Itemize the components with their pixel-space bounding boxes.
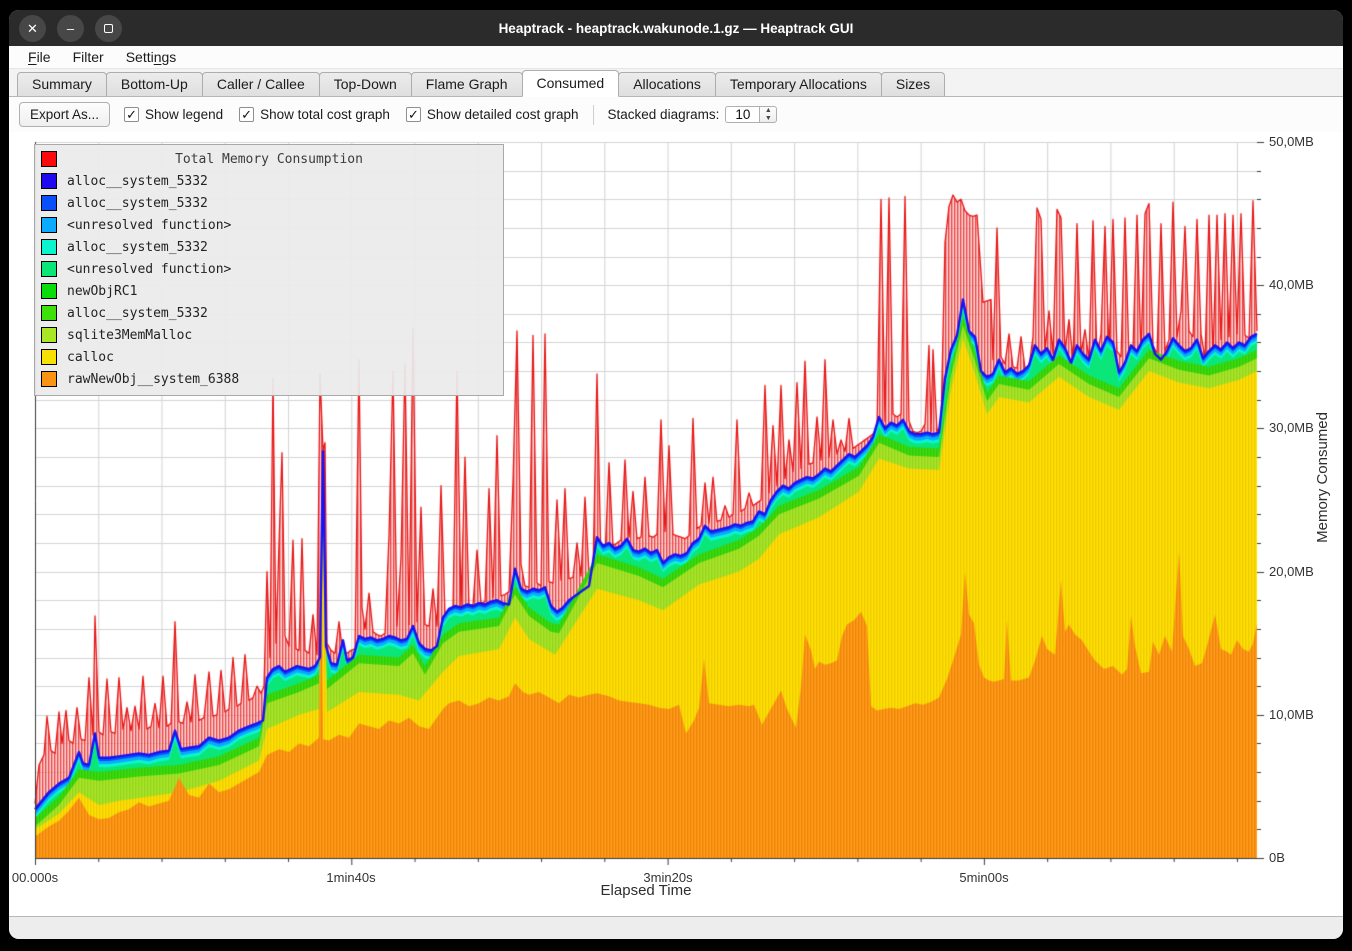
legend-label: sqlite3MemMalloc bbox=[67, 328, 192, 343]
x-tick-label: 00.000s bbox=[12, 870, 58, 885]
minimize-icon[interactable]: – bbox=[57, 15, 84, 42]
menu-bar: FileFilterSettings bbox=[9, 46, 1343, 69]
checkbox-box[interactable]: ✓ bbox=[406, 107, 421, 122]
legend-item: calloc bbox=[35, 346, 503, 368]
spin-down-icon[interactable]: ▼ bbox=[760, 115, 776, 123]
checkbox-show-legend[interactable]: ✓ Show legend bbox=[124, 107, 223, 122]
spin-up-icon[interactable]: ▲ bbox=[760, 107, 776, 115]
legend-label: calloc bbox=[67, 350, 114, 365]
checkbox-label: Show detailed cost graph bbox=[427, 107, 579, 122]
checkbox-box[interactable]: ✓ bbox=[239, 107, 254, 122]
legend-swatch bbox=[41, 371, 57, 387]
legend-label: rawNewObj__system_6388 bbox=[67, 372, 239, 387]
tab-allocations[interactable]: Allocations bbox=[618, 72, 716, 96]
memory-consumption-chart: Total Memory Consumption alloc__system_53… bbox=[9, 132, 1343, 917]
toolbar-separator bbox=[593, 105, 594, 125]
legend-item: alloc__system_5332 bbox=[35, 192, 503, 214]
legend-label: Total Memory Consumption bbox=[35, 152, 503, 167]
tab-top-down[interactable]: Top-Down bbox=[319, 72, 412, 96]
y-tick-label: 30,0MB bbox=[1269, 420, 1314, 435]
legend-swatch bbox=[41, 239, 57, 255]
y-tick-label: 10,0MB bbox=[1269, 707, 1314, 722]
stacked-diagrams-label: Stacked diagrams: bbox=[608, 107, 720, 122]
tab-caller-callee[interactable]: Caller / Callee bbox=[202, 72, 320, 96]
x-tick-label: 1min40s bbox=[326, 870, 375, 885]
tab-bar: SummaryBottom-UpCaller / CalleeTop-DownF… bbox=[9, 69, 1343, 97]
legend-item: alloc__system_5332 bbox=[35, 236, 503, 258]
app-window: ✕ – Heaptrack - heaptrack.wakunode.1.gz … bbox=[9, 10, 1343, 939]
chart-legend: Total Memory Consumption alloc__system_53… bbox=[34, 144, 504, 396]
menu-file[interactable]: File bbox=[19, 48, 60, 66]
checkbox-label: Show legend bbox=[145, 107, 223, 122]
y-tick-label: 0B bbox=[1269, 850, 1285, 865]
y-tick-label: 50,0MB bbox=[1269, 134, 1314, 149]
legend-title-row: Total Memory Consumption bbox=[35, 148, 503, 170]
legend-swatch bbox=[41, 349, 57, 365]
menu-settings[interactable]: Settings bbox=[117, 48, 186, 66]
legend-item: rawNewObj__system_6388 bbox=[35, 368, 503, 390]
x-tick-label: 5min00s bbox=[959, 870, 1008, 885]
legend-swatch bbox=[41, 195, 57, 211]
checkbox-box[interactable]: ✓ bbox=[124, 107, 139, 122]
tab-flame-graph[interactable]: Flame Graph bbox=[411, 72, 523, 96]
legend-item: newObjRC1 bbox=[35, 280, 503, 302]
legend-swatch bbox=[41, 327, 57, 343]
legend-item: <unresolved function> bbox=[35, 258, 503, 280]
legend-swatch bbox=[41, 261, 57, 277]
checkbox-show-total-cost-graph[interactable]: ✓ Show total cost graph bbox=[239, 107, 390, 122]
checkbox-label: Show total cost graph bbox=[260, 107, 390, 122]
legend-swatch bbox=[41, 305, 57, 321]
legend-label: <unresolved function> bbox=[67, 218, 231, 233]
y-tick-label: 20,0MB bbox=[1269, 564, 1314, 579]
toolbar: Export As... ✓ Show legend ✓ Show total cos… bbox=[9, 97, 1343, 132]
legend-item: alloc__system_5332 bbox=[35, 302, 503, 324]
close-icon[interactable]: ✕ bbox=[19, 15, 46, 42]
window-bottom-margin bbox=[9, 917, 1343, 939]
legend-item: alloc__system_5332 bbox=[35, 170, 503, 192]
legend-label: <unresolved function> bbox=[67, 262, 231, 277]
x-axis-title: Elapsed Time bbox=[601, 882, 692, 899]
legend-swatch bbox=[41, 217, 57, 233]
legend-label: alloc__system_5332 bbox=[67, 196, 208, 211]
y-axis-title: Memory Consumed bbox=[1314, 412, 1331, 543]
legend-swatch bbox=[41, 173, 57, 189]
window-title: Heaptrack - heaptrack.wakunode.1.gz — He… bbox=[9, 21, 1343, 36]
window-controls: ✕ – bbox=[19, 15, 122, 42]
legend-label: alloc__system_5332 bbox=[67, 174, 208, 189]
legend-item: <unresolved function> bbox=[35, 214, 503, 236]
y-tick-label: 40,0MB bbox=[1269, 277, 1314, 292]
legend-swatch bbox=[41, 283, 57, 299]
checkbox-group: ✓ Show legend ✓ Show total cost graph ✓ Show … bbox=[124, 107, 579, 122]
legend-label: newObjRC1 bbox=[67, 284, 137, 299]
spinbox-value[interactable]: 10 bbox=[725, 106, 759, 123]
tab-sizes[interactable]: Sizes bbox=[881, 72, 945, 96]
tab-consumed[interactable]: Consumed bbox=[522, 70, 620, 97]
legend-label: alloc__system_5332 bbox=[67, 306, 208, 321]
maximize-icon[interactable] bbox=[95, 15, 122, 42]
stacked-diagrams-spinbox[interactable]: 10 ▲ ▼ bbox=[725, 106, 777, 123]
tab-temporary-allocations[interactable]: Temporary Allocations bbox=[715, 72, 882, 96]
legend-label: alloc__system_5332 bbox=[67, 240, 208, 255]
menu-filter[interactable]: Filter bbox=[64, 48, 113, 66]
tab-summary[interactable]: Summary bbox=[17, 72, 107, 96]
tab-bottom-up[interactable]: Bottom-Up bbox=[106, 72, 203, 96]
checkbox-show-detailed-cost-graph[interactable]: ✓ Show detailed cost graph bbox=[406, 107, 579, 122]
title-bar[interactable]: ✕ – Heaptrack - heaptrack.wakunode.1.gz … bbox=[9, 10, 1343, 46]
export-as-button[interactable]: Export As... bbox=[19, 102, 110, 127]
legend-item: sqlite3MemMalloc bbox=[35, 324, 503, 346]
maximize-square bbox=[104, 24, 113, 33]
spinbox-buttons: ▲ ▼ bbox=[759, 106, 777, 123]
